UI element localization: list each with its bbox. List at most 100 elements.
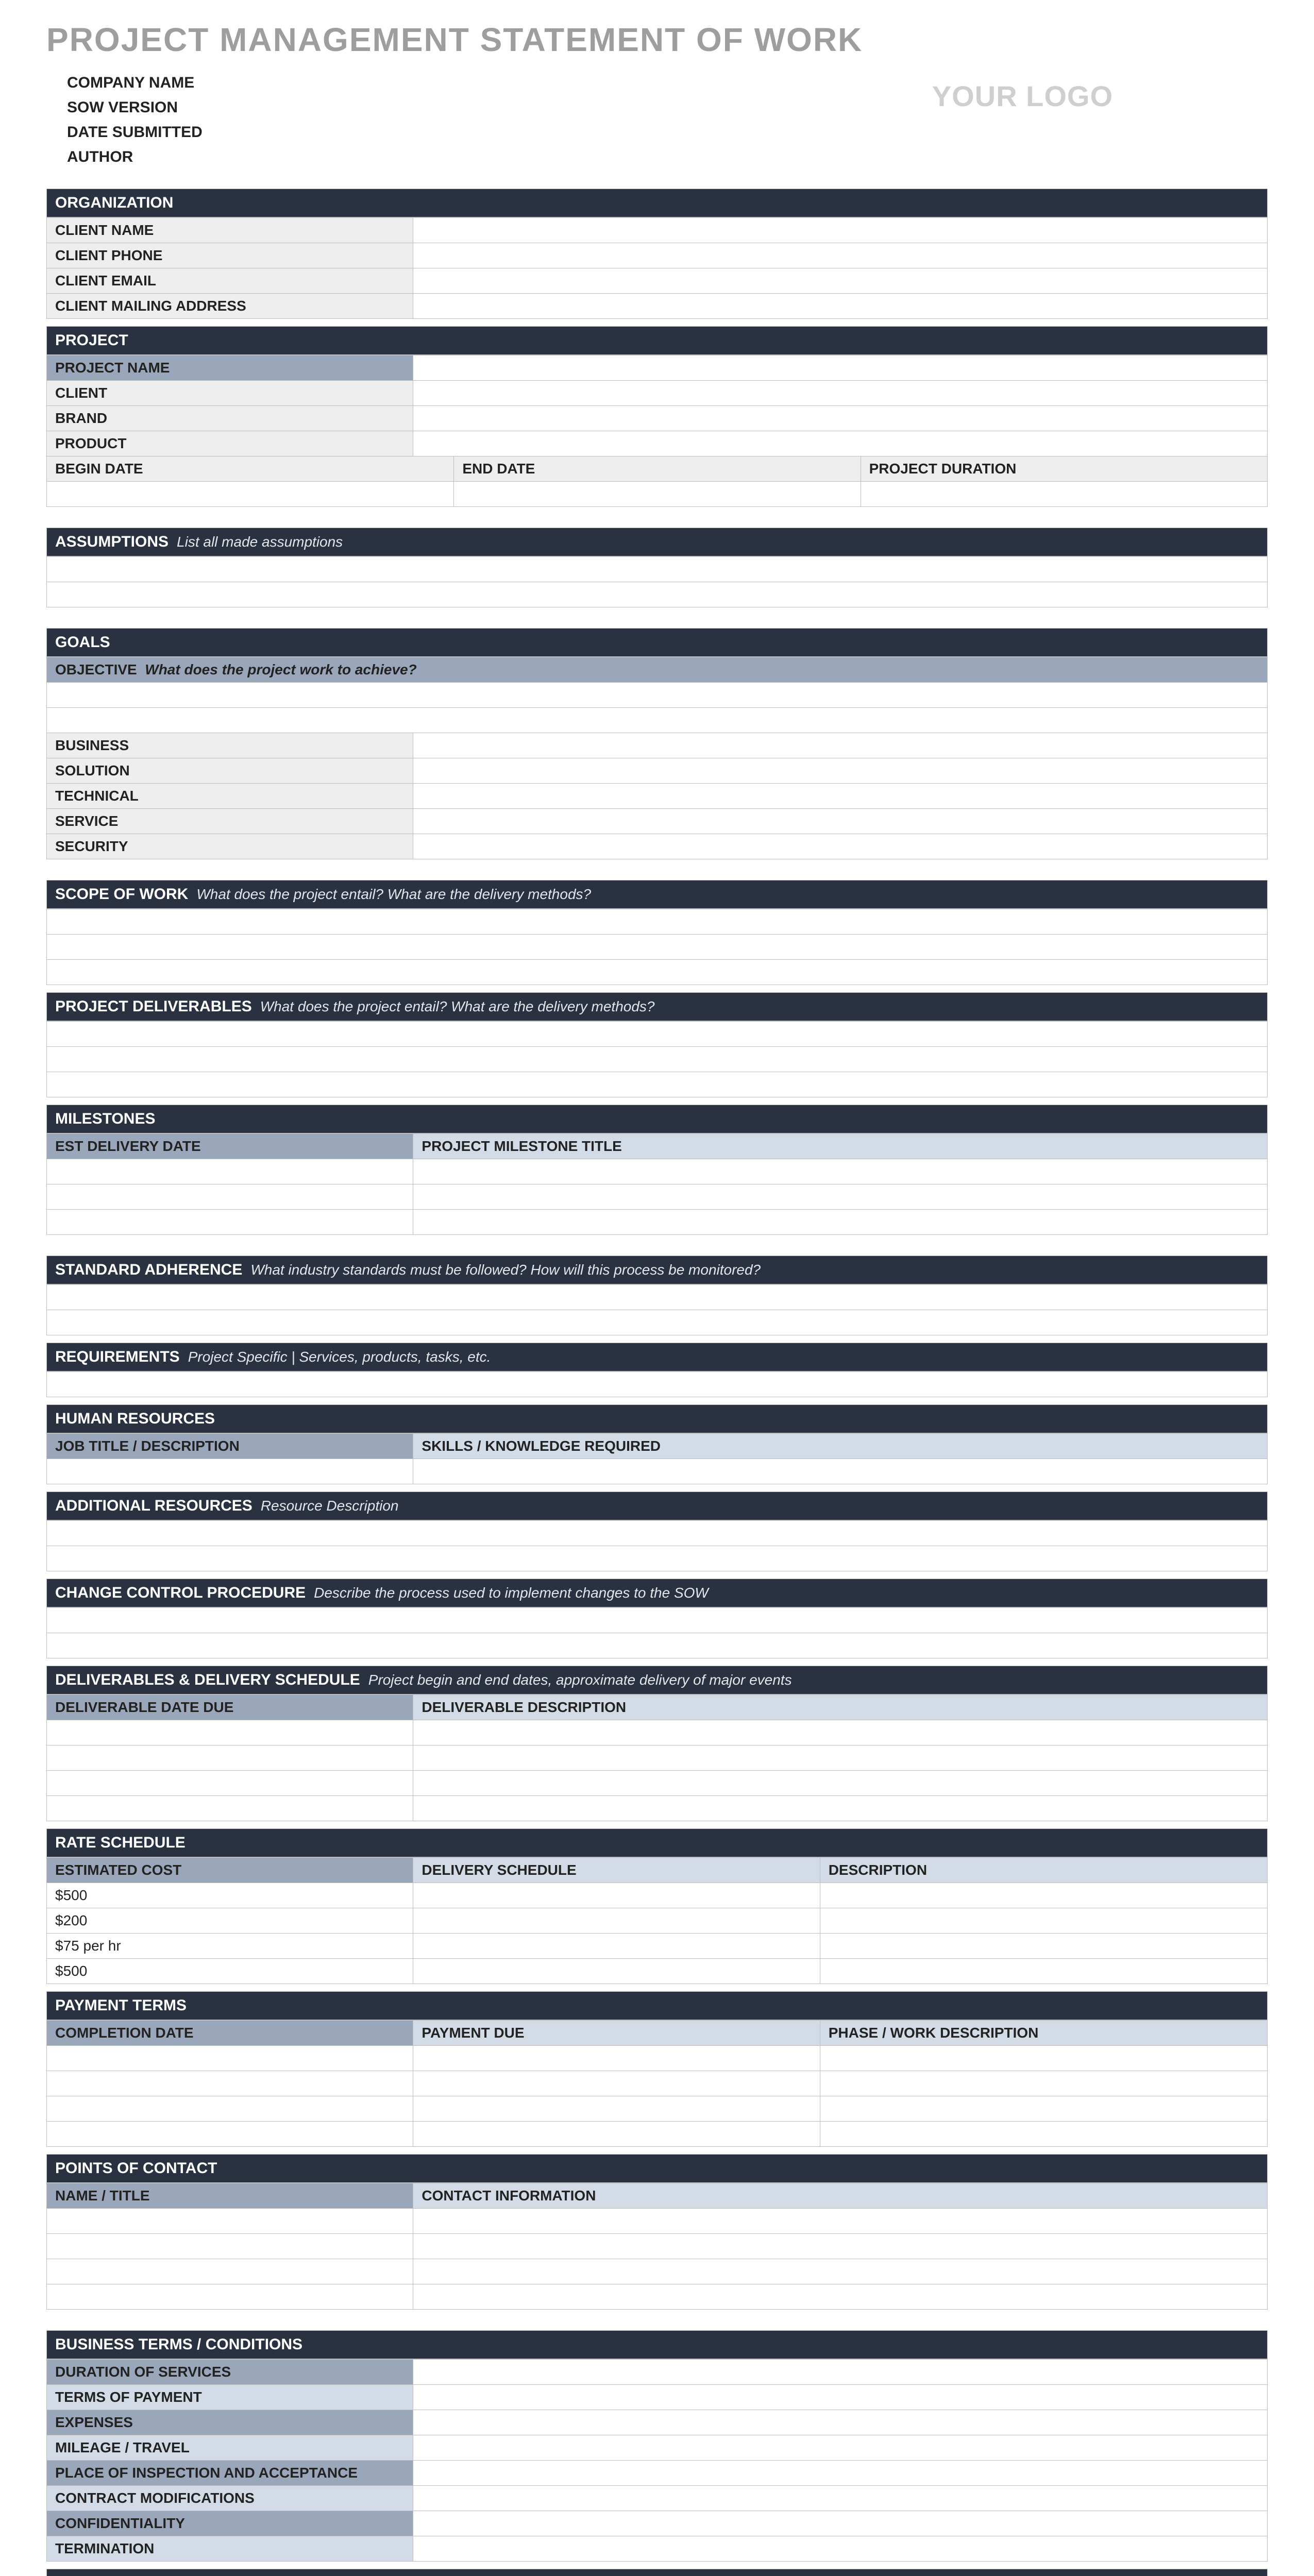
rate-desc-input[interactable] [820, 1959, 1267, 1984]
rate-sched-input[interactable] [413, 1959, 819, 1984]
milestone-title-input[interactable] [413, 1184, 1267, 1209]
milestone-title-input[interactable] [413, 1159, 1267, 1184]
poc-info-input[interactable] [413, 2209, 1267, 2233]
deliv-date-input[interactable] [47, 1771, 413, 1795]
term-label: CONFIDENTIALITY [47, 2511, 413, 2536]
poc-name-input[interactable] [47, 2284, 413, 2309]
scope-row[interactable] [47, 909, 1267, 934]
project-brand-input[interactable] [413, 406, 1267, 431]
deliv-desc-input[interactable] [413, 1771, 1267, 1795]
payment-date-input[interactable] [47, 2046, 413, 2071]
rate-sched-input[interactable] [413, 1883, 819, 1908]
assumptions-row[interactable] [47, 582, 1267, 607]
payment-phase-input[interactable] [820, 2096, 1267, 2121]
deliv-date-input[interactable] [47, 1745, 413, 1770]
rate-sched-input[interactable] [413, 1908, 819, 1933]
poc-info-input[interactable] [413, 2259, 1267, 2284]
milestone-date-input[interactable] [47, 1210, 413, 1234]
poc-info-input[interactable] [413, 2234, 1267, 2259]
term-input[interactable] [413, 2360, 1267, 2384]
duration-input[interactable] [861, 482, 1267, 506]
payment-date-input[interactable] [47, 2071, 413, 2096]
deliv-desc-input[interactable] [413, 1720, 1267, 1745]
hr-skills-input[interactable] [413, 1459, 1267, 1484]
objective-row[interactable] [47, 683, 1267, 707]
client-phone-input[interactable] [413, 243, 1267, 268]
assumptions-row[interactable] [47, 557, 1267, 582]
change-control-section: CHANGE CONTROL PROCEDUREDescribe the pro… [46, 1579, 1268, 1658]
additional-resources-header: ADDITIONAL RESOURCESResource Description [47, 1492, 1267, 1520]
poc-name-input[interactable] [47, 2259, 413, 2284]
client-mailing-input[interactable] [413, 294, 1267, 318]
begin-date-input[interactable] [47, 482, 453, 506]
payment-due-input[interactable] [413, 2071, 819, 2096]
rate-desc-input[interactable] [820, 1908, 1267, 1933]
client-email-input[interactable] [413, 268, 1267, 293]
rate-cost-input[interactable]: $200 [47, 1908, 413, 1933]
goal-security-input[interactable] [413, 834, 1267, 859]
hr-job-input[interactable] [47, 1459, 413, 1484]
term-label: MILEAGE / TRAVEL [47, 2435, 413, 2460]
deliv-desc-input[interactable] [413, 1796, 1267, 1821]
scope-row[interactable] [47, 960, 1267, 985]
poc-info-input[interactable] [413, 2284, 1267, 2309]
goal-solution-input[interactable] [413, 758, 1267, 783]
milestone-title-input[interactable] [413, 1210, 1267, 1234]
deliv-desc-input[interactable] [413, 1745, 1267, 1770]
project-name-input[interactable] [413, 355, 1267, 380]
poc-name-input[interactable] [47, 2209, 413, 2233]
term-label: DURATION OF SERVICES [47, 2360, 413, 2384]
addl-resources-row[interactable] [47, 1521, 1267, 1546]
goal-business-input[interactable] [413, 733, 1267, 758]
poc-section: POINTS OF CONTACT NAME / TITLE CONTACT I… [46, 2154, 1268, 2310]
rate-cost-input[interactable]: $500 [47, 1959, 413, 1984]
addl-resources-row[interactable] [47, 1546, 1267, 1571]
deliverables-row[interactable] [47, 1047, 1267, 1072]
goal-technical-input[interactable] [413, 784, 1267, 808]
payment-phase-input[interactable] [820, 2122, 1267, 2146]
term-input[interactable] [413, 2435, 1267, 2460]
goal-service-input[interactable] [413, 809, 1267, 834]
goal-security-label: SECURITY [47, 834, 413, 859]
payment-date-input[interactable] [47, 2122, 413, 2146]
deliverables-row[interactable] [47, 1072, 1267, 1097]
rate-desc-input[interactable] [820, 1934, 1267, 1958]
change-control-row[interactable] [47, 1633, 1267, 1658]
project-client-input[interactable] [413, 381, 1267, 405]
term-label: CONTRACT MODIFICATIONS [47, 2486, 413, 2511]
end-date-input[interactable] [453, 482, 860, 506]
deliverables-row[interactable] [47, 1022, 1267, 1046]
hr-skills-col: SKILLS / KNOWLEDGE REQUIRED [413, 1434, 1267, 1459]
standards-row[interactable] [47, 1310, 1267, 1335]
project-name-label: PROJECT NAME [47, 355, 413, 380]
milestone-date-input[interactable] [47, 1184, 413, 1209]
requirements-row[interactable] [47, 1372, 1267, 1397]
deliv-date-input[interactable] [47, 1796, 413, 1821]
deliv-date-input[interactable] [47, 1720, 413, 1745]
standards-row[interactable] [47, 1285, 1267, 1310]
payment-phase-input[interactable] [820, 2071, 1267, 2096]
duration-label: PROJECT DURATION [861, 456, 1267, 481]
payment-due-input[interactable] [413, 2046, 819, 2071]
term-input[interactable] [413, 2461, 1267, 2485]
change-control-row[interactable] [47, 1608, 1267, 1633]
client-name-input[interactable] [413, 218, 1267, 243]
payment-phase-input[interactable] [820, 2046, 1267, 2071]
rate-cost-input[interactable]: $500 [47, 1883, 413, 1908]
payment-due-input[interactable] [413, 2122, 819, 2146]
objective-row[interactable] [47, 708, 1267, 733]
term-input[interactable] [413, 2511, 1267, 2536]
rate-sched-input[interactable] [413, 1934, 819, 1958]
term-input[interactable] [413, 2536, 1267, 2561]
rate-desc-input[interactable] [820, 1883, 1267, 1908]
term-input[interactable] [413, 2410, 1267, 2435]
milestone-date-input[interactable] [47, 1159, 413, 1184]
term-input[interactable] [413, 2385, 1267, 2410]
rate-cost-input[interactable]: $75 per hr [47, 1934, 413, 1958]
payment-date-input[interactable] [47, 2096, 413, 2121]
poc-name-input[interactable] [47, 2234, 413, 2259]
scope-row[interactable] [47, 935, 1267, 959]
payment-due-input[interactable] [413, 2096, 819, 2121]
project-product-input[interactable] [413, 431, 1267, 456]
term-input[interactable] [413, 2486, 1267, 2511]
